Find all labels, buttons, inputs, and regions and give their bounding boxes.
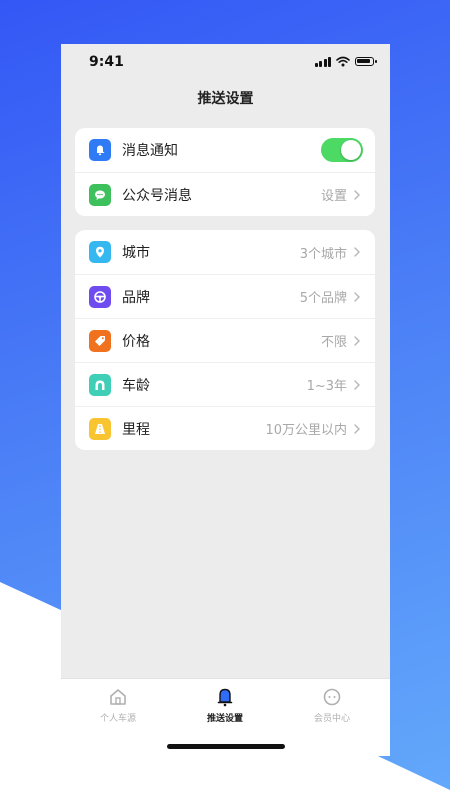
tab-member-center[interactable]: 会员中心	[282, 687, 382, 724]
status-icons	[314, 56, 377, 67]
chevron-right-icon	[354, 247, 360, 257]
row-mileage[interactable]: 里程 10万公里以内	[75, 406, 375, 450]
location-pin-icon	[89, 241, 111, 263]
battery-icon	[355, 57, 377, 66]
filters-card: 城市 3个城市 品牌 5个品牌 价格 不限 车龄 1~3年 里程 10万公里以内	[75, 230, 375, 450]
row-label: 公众号消息	[122, 187, 192, 204]
tab-push-settings[interactable]: 推送设置	[175, 687, 275, 724]
row-value: 设置	[320, 189, 347, 204]
row-value: 3个城市	[299, 246, 347, 262]
bell-icon	[89, 139, 111, 161]
row-label: 里程	[122, 421, 150, 438]
row-value: 5个品牌	[299, 291, 347, 306]
chevron-right-icon	[354, 379, 360, 390]
chevron-right-icon	[354, 291, 360, 302]
tab-bar: 个人车源 推送设置 会员中心	[61, 678, 390, 756]
wechat-icon	[89, 183, 111, 206]
bell-icon	[217, 688, 233, 707]
phone-screen: 9:41 推送设置 消息通知 公众号消息 设置 城市 3个城市 品牌 5个品牌 …	[61, 44, 390, 756]
chat-icon	[323, 688, 341, 706]
home-indicator	[167, 744, 285, 749]
tab-label: 会员中心	[313, 714, 350, 724]
status-time: 9:41	[89, 54, 124, 70]
notification-toggle[interactable]	[321, 138, 363, 162]
row-value: 1~3年	[306, 379, 347, 394]
row-message-notification: 消息通知	[75, 128, 375, 172]
row-brand[interactable]: 品牌 5个品牌	[75, 274, 375, 318]
price-tag-icon	[89, 329, 111, 352]
notifications-card: 消息通知 公众号消息 设置	[75, 128, 375, 216]
tab-personal-cars[interactable]: 个人车源	[68, 687, 168, 724]
home-icon	[110, 689, 126, 705]
row-label: 消息通知	[122, 143, 178, 159]
status-bar: 9:41	[61, 44, 390, 80]
row-official-account-messages[interactable]: 公众号消息 设置	[75, 172, 375, 216]
steering-wheel-icon	[89, 285, 111, 308]
chevron-right-icon	[354, 189, 360, 200]
row-value: 不限	[320, 335, 347, 350]
page-title: 推送设置	[197, 91, 254, 107]
toggle-knob	[341, 140, 361, 160]
row-city[interactable]: 城市 3个城市	[75, 230, 375, 274]
row-vehicle-age[interactable]: 车龄 1~3年	[75, 362, 375, 406]
wifi-icon	[336, 56, 350, 67]
tab-label: 推送设置	[206, 714, 243, 724]
row-value: 10万公里以内	[265, 423, 347, 438]
road-icon	[89, 417, 111, 440]
chevron-right-icon	[354, 335, 360, 346]
tab-label: 个人车源	[99, 714, 136, 724]
arch-icon	[89, 373, 111, 396]
row-label: 城市	[122, 245, 150, 261]
signal-icon	[314, 56, 331, 67]
row-price[interactable]: 价格 不限	[75, 318, 375, 362]
row-label: 价格	[122, 333, 150, 350]
chevron-right-icon	[354, 423, 360, 434]
row-label: 品牌	[122, 289, 150, 306]
row-label: 车龄	[122, 377, 150, 394]
